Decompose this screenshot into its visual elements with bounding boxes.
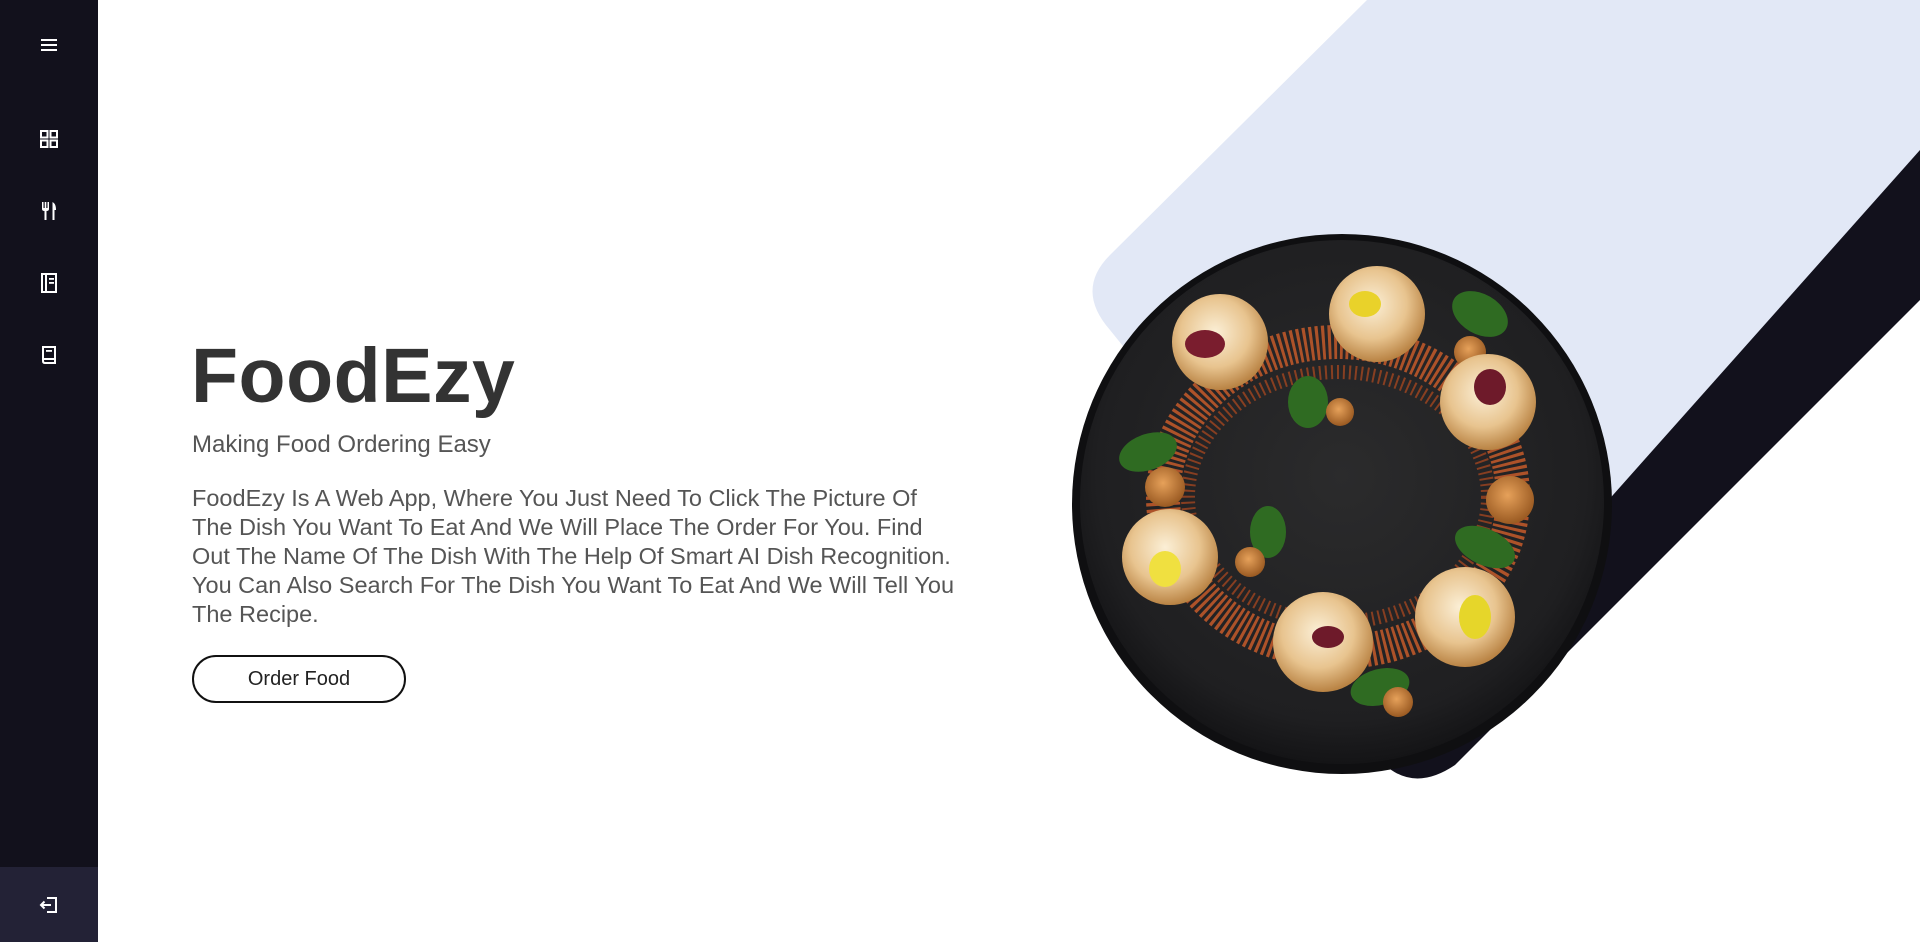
app-description: FoodEzy Is A Web App, Where You Just Nee… <box>192 485 955 627</box>
menu-button[interactable] <box>0 15 98 75</box>
sidebar-item-food[interactable] <box>0 181 98 241</box>
recipe-book-icon <box>41 273 57 293</box>
dashboard-icon <box>40 130 58 148</box>
sidebar-item-book[interactable] <box>0 325 98 385</box>
logout-icon <box>39 896 57 913</box>
fork-knife-icon <box>42 202 56 220</box>
page-title: FoodEzy <box>191 333 516 419</box>
logout-button[interactable] <box>0 867 98 942</box>
sidebar-item-recipes[interactable] <box>0 253 98 313</box>
order-food-button[interactable]: Order Food <box>192 655 406 703</box>
page-subtitle: Making Food Ordering Easy <box>192 431 491 458</box>
dish-plate-image <box>1072 234 1612 774</box>
book-icon <box>42 346 56 364</box>
menu-icon <box>41 39 57 51</box>
sidebar <box>0 0 98 942</box>
sidebar-item-dashboard[interactable] <box>0 109 98 169</box>
background-decoration <box>1092 0 1920 779</box>
